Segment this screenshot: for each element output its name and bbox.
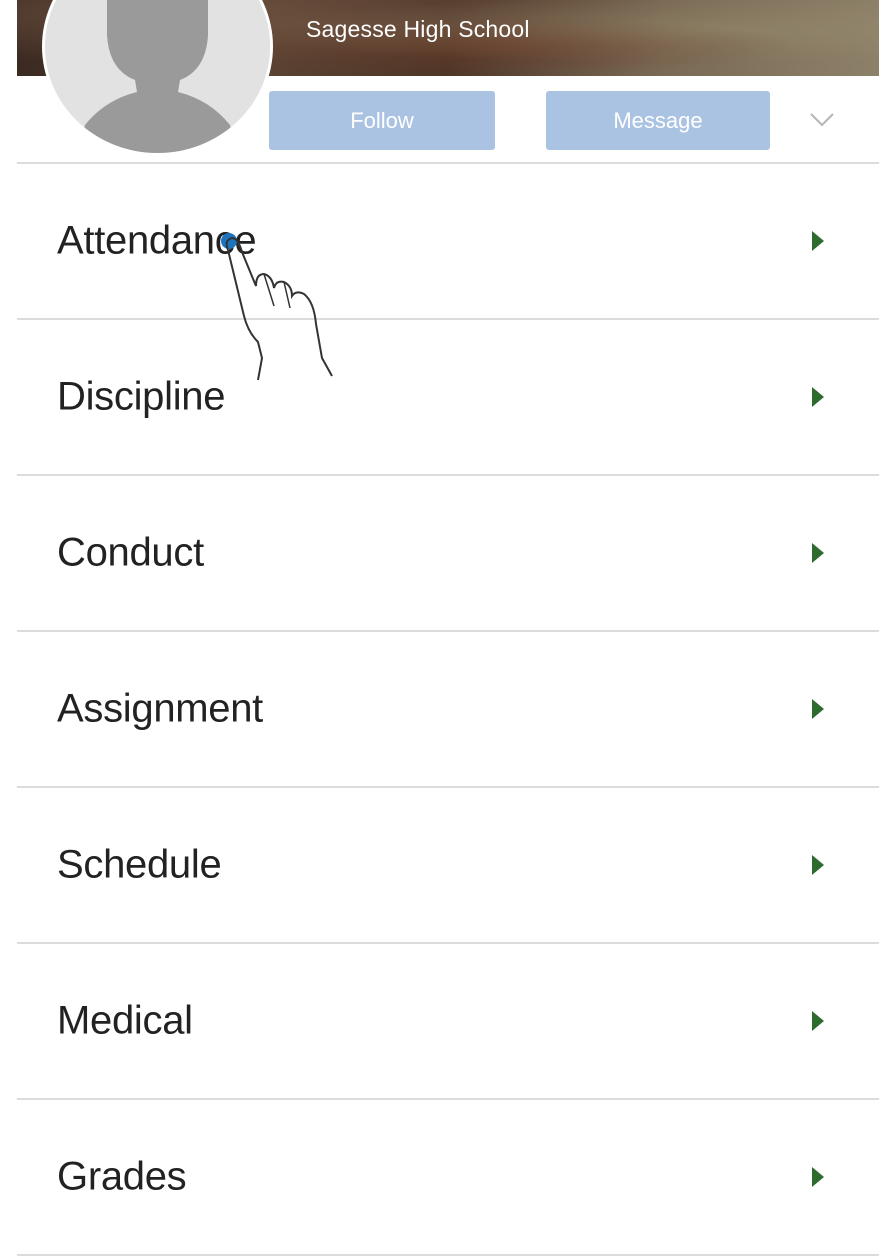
menu-item-label: Assignment <box>57 686 263 731</box>
play-arrow-icon <box>812 1167 824 1187</box>
chevron-down-icon[interactable] <box>808 108 836 130</box>
student-profile-screen: Sagesse High School Follow Message Atten… <box>0 0 879 1260</box>
school-name: Sagesse High School <box>306 16 530 42</box>
menu-item-schedule[interactable]: Schedule <box>17 788 879 944</box>
play-arrow-icon <box>812 543 824 563</box>
menu-item-label: Conduct <box>57 530 204 575</box>
play-arrow-icon <box>812 231 824 251</box>
menu-item-label: Grades <box>57 1154 187 1199</box>
play-arrow-icon <box>812 855 824 875</box>
menu-item-medical[interactable]: Medical <box>17 944 879 1100</box>
menu-item-conduct[interactable]: Conduct <box>17 476 879 632</box>
follow-button[interactable]: Follow <box>269 91 495 150</box>
default-avatar-icon <box>45 0 270 153</box>
menu-item-label: Discipline <box>57 374 226 419</box>
student-menu: Attendance Discipline Conduct Assignment… <box>17 164 879 1256</box>
menu-item-assignment[interactable]: Assignment <box>17 632 879 788</box>
menu-item-grades[interactable]: Grades <box>17 1100 879 1256</box>
message-button[interactable]: Message <box>546 91 770 150</box>
play-arrow-icon <box>812 699 824 719</box>
menu-item-label: Attendance <box>57 218 257 263</box>
menu-item-label: Schedule <box>57 842 222 887</box>
play-arrow-icon <box>812 1011 824 1031</box>
menu-item-attendance[interactable]: Attendance <box>17 164 879 320</box>
avatar[interactable] <box>45 0 270 153</box>
menu-item-label: Medical <box>57 998 193 1043</box>
menu-item-discipline[interactable]: Discipline <box>17 320 879 476</box>
play-arrow-icon <box>812 387 824 407</box>
